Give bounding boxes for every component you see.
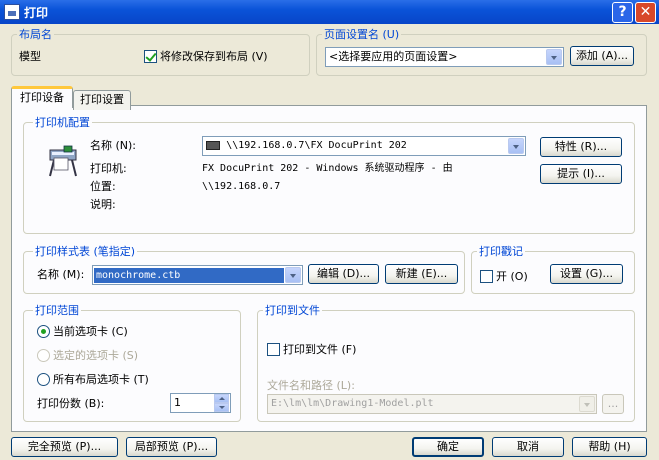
layout-name-value: 模型 — [19, 50, 41, 63]
cancel-button[interactable]: 取消 — [492, 437, 564, 457]
plot-stamp-on-checkbox[interactable] — [480, 270, 493, 283]
plot-stamp-title: 打印戳记 — [477, 245, 525, 258]
printer-name-label: 名称 (N): — [90, 139, 137, 152]
plotter-icon — [49, 145, 77, 177]
range-current-tab-label: 当前选项卡 (C) — [53, 325, 128, 338]
copies-label: 打印份数 (B): — [37, 397, 105, 410]
full-preview-button[interactable]: 完全预览 (P)... — [11, 437, 118, 457]
help-icon[interactable]: ? — [612, 2, 633, 23]
plot-range-title: 打印范围 — [33, 304, 81, 317]
plot-style-table-title: 打印样式表 (笔指定) — [33, 245, 138, 258]
spin-up-icon[interactable] — [214, 394, 229, 403]
chevron-down-icon[interactable] — [546, 49, 562, 65]
title-bar[interactable]: 打印 ? ✕ — [0, 0, 659, 24]
tab-plot-device[interactable]: 打印设备 — [11, 86, 73, 108]
page-setup-title: 页面设置名 (U) — [322, 28, 402, 41]
chevron-down-icon[interactable] — [285, 267, 301, 283]
printer-label: 打印机: — [90, 162, 127, 175]
copies-value: 1 — [174, 396, 181, 409]
range-current-tab-radio[interactable] — [37, 325, 50, 338]
chevron-down-icon[interactable] — [508, 138, 524, 154]
printer-properties-button[interactable]: 特性 (R)... — [540, 137, 622, 157]
new-plot-style-button[interactable]: 新建 (E)... — [385, 264, 458, 284]
printer-small-icon — [206, 140, 220, 150]
range-all-layouts-label: 所有布局选项卡 (T) — [53, 373, 149, 386]
spin-down-icon[interactable] — [214, 403, 229, 412]
chevron-down-icon[interactable] — [579, 396, 595, 412]
page-setup-selected: <选择要应用的页面设置> — [329, 50, 458, 63]
browse-file-button[interactable]: ... — [602, 394, 624, 414]
file-path-label: 文件名和路径 (L): — [267, 379, 355, 392]
plot-to-file-title: 打印到文件 — [263, 304, 322, 317]
plot-style-value: monochrome.ctb — [94, 268, 284, 283]
range-all-layouts-radio[interactable] — [37, 373, 50, 386]
printer-name-select[interactable]: \\192.168.0.7\FX DocuPrint 202 — [202, 136, 526, 156]
partial-preview-button[interactable]: 局部预览 (P)... — [126, 437, 217, 457]
window-title: 打印 — [24, 6, 49, 20]
range-selected-tabs-label: 选定的选项卡 (S) — [53, 349, 139, 362]
printer-value: FX DocuPrint 202 - Windows 系统驱动程序 - 由 — [202, 163, 453, 174]
description-label: 说明: — [90, 198, 116, 211]
save-changes-label: 将修改保存到布局 (V) — [160, 50, 268, 63]
location-label: 位置: — [90, 180, 116, 193]
help-button[interactable]: 帮助 (H) — [572, 437, 647, 457]
edit-plot-style-button[interactable]: 编辑 (D)... — [308, 264, 379, 284]
plot-stamp-on-label: 开 (O) — [496, 270, 528, 283]
printer-name-value: \\192.168.0.7\FX DocuPrint 202 — [226, 140, 407, 151]
plot-to-file-checkbox[interactable] — [267, 343, 280, 356]
printer-config-title: 打印机配置 — [33, 116, 92, 129]
tab-plot-settings[interactable]: 打印设置 — [73, 90, 131, 110]
layout-name-title: 布局名 — [17, 28, 54, 41]
save-changes-checkbox[interactable] — [144, 50, 157, 63]
plot-style-select[interactable]: monochrome.ctb — [92, 265, 303, 285]
copies-stepper[interactable]: 1 — [170, 393, 231, 413]
add-page-setup-button[interactable]: 添加 (A)... — [570, 46, 634, 66]
file-path-select[interactable]: E:\lm\lm\Drawing1-Model.plt — [267, 394, 597, 414]
plot-style-name-label: 名称 (M): — [37, 268, 85, 281]
printer-app-icon — [4, 4, 20, 20]
ok-button[interactable]: 确定 — [412, 437, 484, 457]
range-selected-tabs-radio[interactable] — [37, 349, 50, 362]
location-value: \\192.168.0.7 — [202, 181, 281, 192]
plot-stamp-settings-button[interactable]: 设置 (G)... — [550, 264, 623, 284]
file-path-value: E:\lm\lm\Drawing1-Model.plt — [271, 398, 434, 409]
close-icon[interactable]: ✕ — [635, 2, 656, 23]
plot-to-file-label: 打印到文件 (F) — [283, 343, 357, 356]
printer-hints-button[interactable]: 提示 (I)... — [540, 164, 622, 184]
page-setup-select[interactable]: <选择要应用的页面设置> — [325, 47, 564, 67]
